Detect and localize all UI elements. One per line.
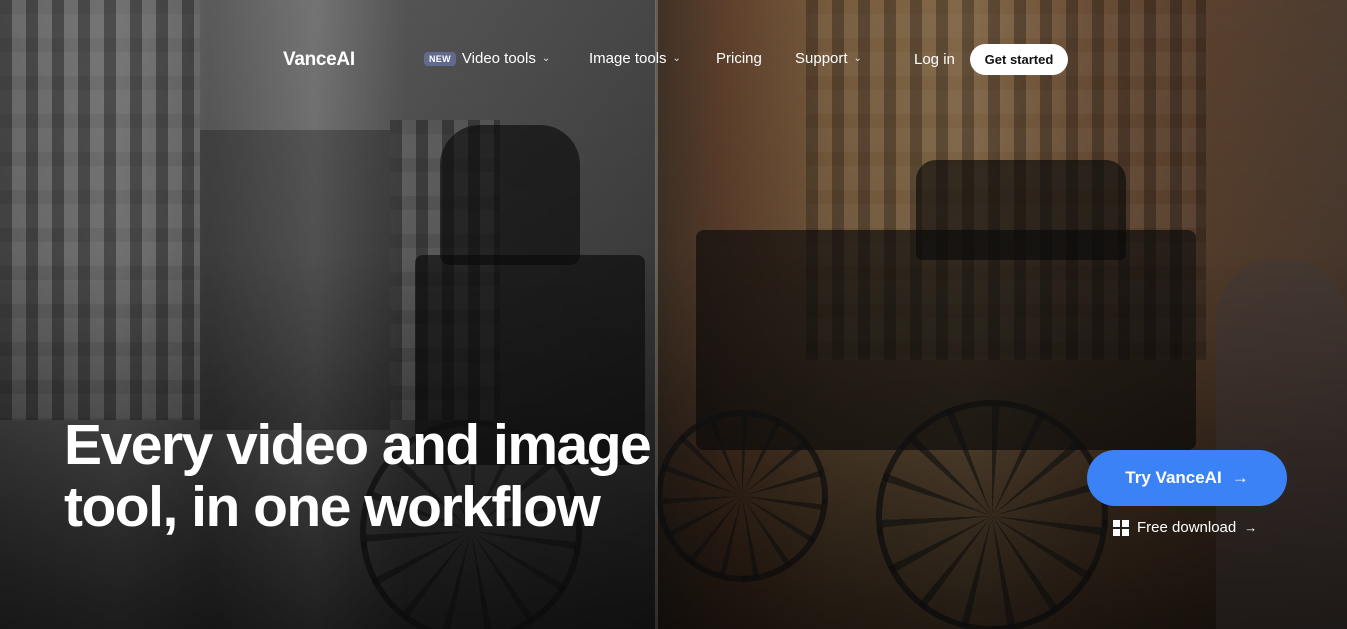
nav-image-tools[interactable]: Image tools ⌄ [589, 50, 681, 67]
get-started-button[interactable]: Get started [970, 44, 1068, 75]
nav-support-label: Support [795, 50, 848, 67]
nav-video-tools-label: Video tools [461, 50, 536, 67]
headline-line-1: Every video and image [64, 413, 652, 477]
try-vanceai-label: Try VanceAI [1125, 468, 1222, 487]
free-download-label: Free download [1137, 519, 1237, 536]
nav-support[interactable]: Support ⌄ [795, 50, 862, 67]
free-download-link[interactable]: Free download → [1113, 519, 1257, 536]
nav-image-tools-label: Image tools [589, 50, 667, 67]
login-link[interactable]: Log in [914, 51, 955, 68]
arrow-right-icon: → [1231, 468, 1249, 487]
nav-pricing-label: Pricing [716, 50, 762, 67]
vanceai-logo[interactable]: VanceAI [283, 49, 355, 71]
chevron-down-icon: ⌄ [541, 53, 551, 64]
arrow-right-icon: → [1244, 520, 1258, 535]
nav-pricing[interactable]: Pricing [716, 50, 762, 67]
chevron-down-icon: ⌄ [853, 53, 862, 64]
headline-line-2: tool, in one workflow [64, 475, 601, 539]
windows-icon [1113, 519, 1129, 536]
try-vanceai-button[interactable]: Try VanceAI → [1087, 450, 1287, 506]
hero-headline: Every video and image tool, in one workf… [64, 414, 684, 538]
new-badge: NEW [424, 51, 456, 66]
nav-video-tools[interactable]: NEW Video tools ⌄ [424, 50, 550, 67]
chevron-down-icon: ⌄ [672, 53, 681, 64]
